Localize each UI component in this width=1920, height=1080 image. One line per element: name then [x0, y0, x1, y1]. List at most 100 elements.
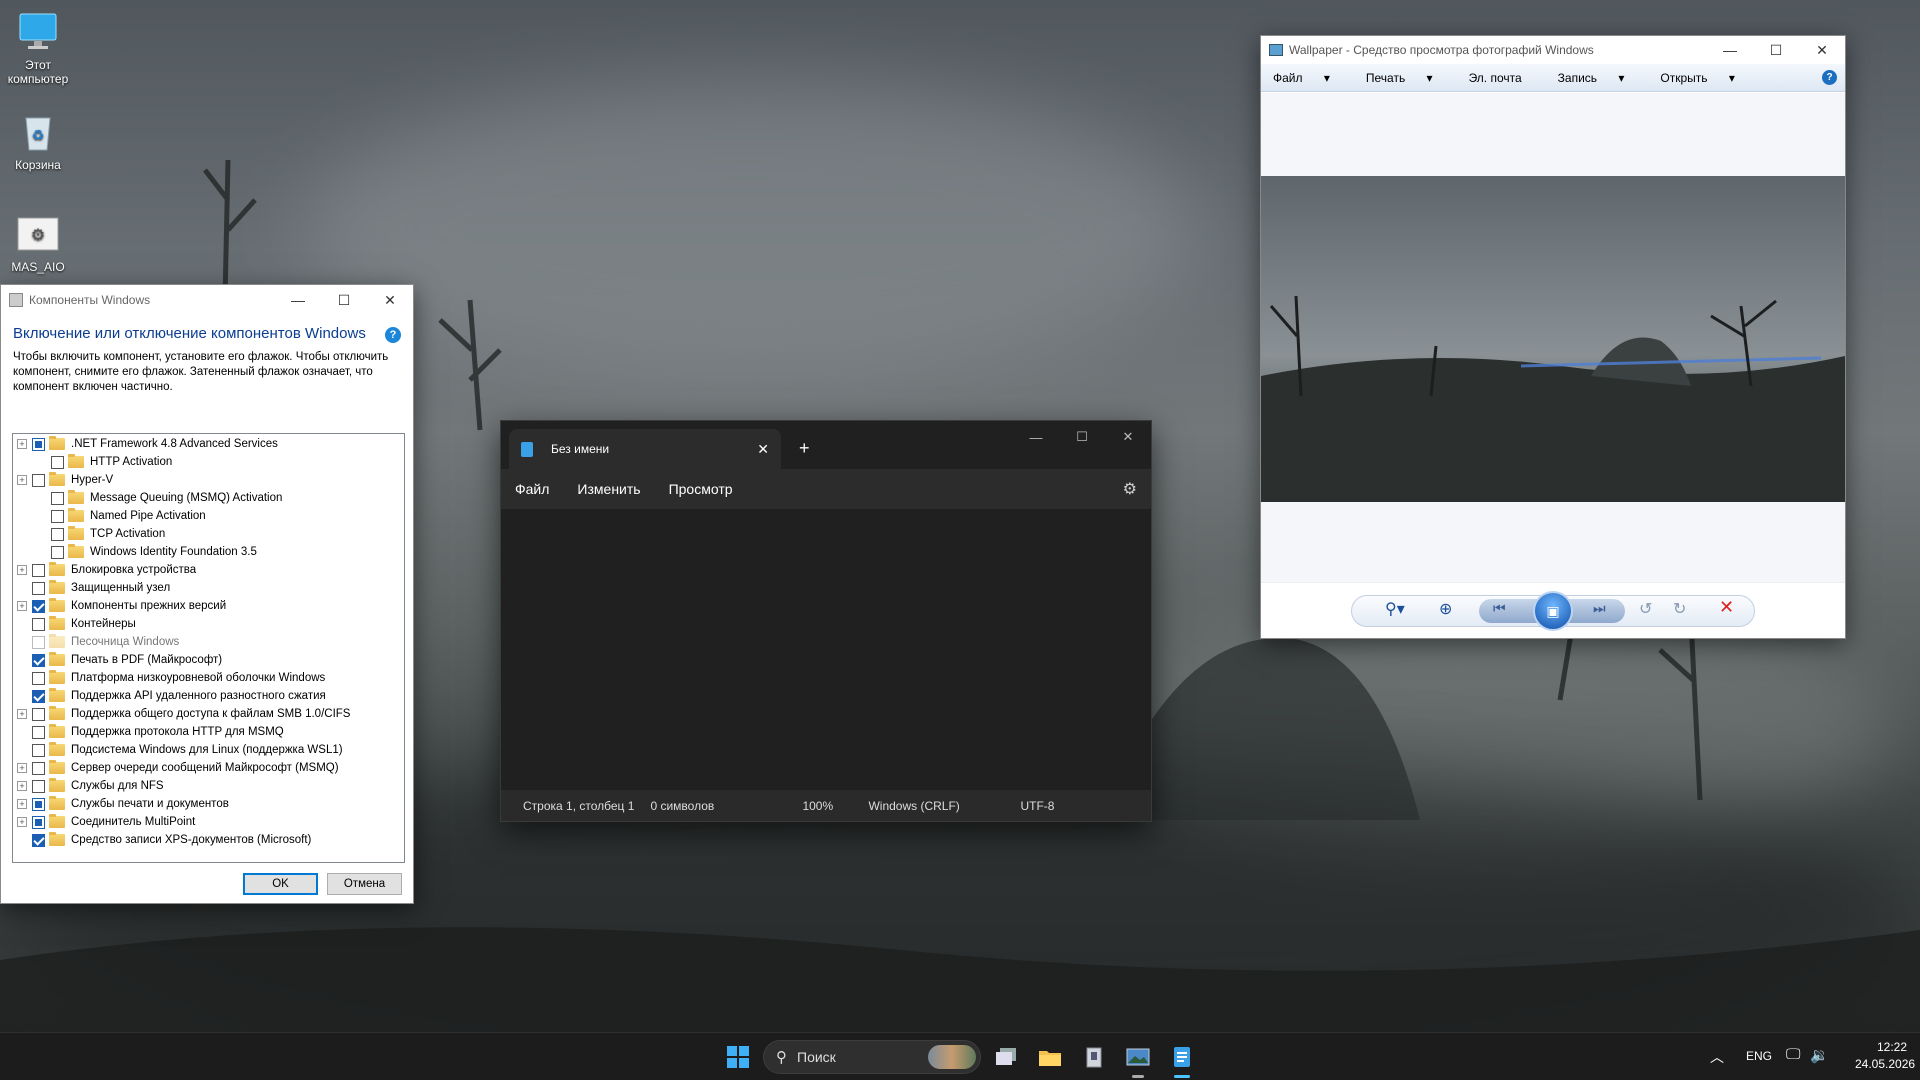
feature-checkbox[interactable]	[32, 671, 45, 685]
feature-checkbox[interactable]	[32, 707, 45, 721]
menu-print[interactable]: Печать ▾	[1366, 71, 1451, 85]
next-icon[interactable]: ⏭	[1593, 600, 1606, 617]
expand-icon[interactable]: +	[17, 763, 27, 773]
feature-checkbox[interactable]	[51, 545, 64, 559]
menu-edit[interactable]: Изменить	[577, 481, 640, 497]
feature-checkbox[interactable]	[32, 833, 45, 847]
network-icon[interactable]: 🖵	[1786, 1046, 1800, 1063]
feature-checkbox[interactable]	[32, 815, 45, 829]
feature-row[interactable]: + Службы для NFS	[13, 777, 404, 795]
feature-row[interactable]: Поддержка протокола HTTP для MSMQ	[13, 723, 404, 741]
close-button[interactable]: ✕	[1799, 36, 1845, 64]
feature-row[interactable]: + Сервер очереди сообщений Майкрософт (MS…	[13, 759, 404, 777]
text-editor[interactable]	[501, 509, 1151, 789]
start-button[interactable]	[722, 1041, 754, 1073]
feature-row[interactable]: + Поддержка общего доступа к файлам SMB 1…	[13, 705, 404, 723]
expand-icon[interactable]: +	[17, 439, 27, 449]
volume-icon[interactable]: 🔉	[1810, 1046, 1829, 1064]
menu-file[interactable]: Файл ▾	[1273, 71, 1348, 85]
maximize-button[interactable]: ☐	[1059, 421, 1105, 453]
feature-checkbox[interactable]	[32, 563, 45, 577]
menu-open[interactable]: Открыть ▾	[1660, 71, 1753, 85]
rotate-left-icon[interactable]: ↺	[1639, 599, 1652, 619]
close-tab-icon[interactable]: ✕	[757, 441, 769, 458]
feature-checkbox[interactable]	[32, 437, 45, 451]
rotate-right-icon[interactable]: ↻	[1673, 599, 1686, 619]
menu-email[interactable]: Эл. почта	[1469, 71, 1540, 85]
feature-row[interactable]: Message Queuing (MSMQ) Activation	[13, 489, 404, 507]
expand-icon[interactable]: +	[17, 601, 27, 611]
expand-icon[interactable]: +	[17, 565, 27, 575]
feature-checkbox[interactable]	[51, 455, 64, 469]
features-tree[interactable]: + .NET Framework 4.8 Advanced Services HTT…	[12, 433, 405, 863]
help-icon[interactable]: ?	[1822, 70, 1837, 85]
menu-view[interactable]: Просмотр	[669, 481, 733, 497]
feature-checkbox[interactable]	[32, 653, 45, 667]
feature-checkbox[interactable]	[32, 599, 45, 613]
feature-row[interactable]: Подсистема Windows для Linux (поддержка …	[13, 741, 404, 759]
feature-checkbox[interactable]	[32, 761, 45, 775]
feature-checkbox[interactable]	[32, 617, 45, 631]
feature-row[interactable]: Печать в PDF (Майкрософт)	[13, 651, 404, 669]
feature-row[interactable]: + Блокировка устройства	[13, 561, 404, 579]
feature-checkbox[interactable]	[32, 797, 45, 811]
help-icon[interactable]: ?	[385, 327, 401, 343]
tab-untitled[interactable]: Без имени ✕	[509, 429, 781, 469]
feature-checkbox[interactable]	[32, 635, 45, 649]
feature-row[interactable]: Контейнеры	[13, 615, 404, 633]
zoom-icon[interactable]: ⚲▾	[1385, 599, 1405, 619]
feature-checkbox[interactable]	[51, 491, 64, 505]
feature-checkbox[interactable]	[32, 473, 45, 487]
desktop-icon-this-pc[interactable]: Этот компьютер	[2, 10, 74, 86]
close-button[interactable]: ✕	[1105, 421, 1151, 453]
minimize-button[interactable]: —	[275, 285, 321, 315]
feature-row[interactable]: + .NET Framework 4.8 Advanced Services	[13, 435, 404, 453]
recycle-bin-taskbar-button[interactable]	[1078, 1041, 1110, 1073]
show-hidden-icons-chevron-icon[interactable]: ︿	[1710, 1047, 1724, 1067]
menu-burn[interactable]: Запись ▾	[1558, 71, 1643, 85]
feature-row[interactable]: + Hyper-V	[13, 471, 404, 489]
language-indicator[interactable]: ENG	[1746, 1049, 1772, 1063]
previous-icon[interactable]: ⏮	[1493, 600, 1506, 617]
ok-button[interactable]: OK	[243, 873, 318, 895]
feature-checkbox[interactable]	[32, 689, 45, 703]
feature-checkbox[interactable]	[51, 509, 64, 523]
feature-checkbox[interactable]	[51, 527, 64, 541]
maximize-button[interactable]: ☐	[1753, 36, 1799, 64]
desktop-icon-recycle-bin[interactable]: ♻ Корзина	[2, 110, 74, 172]
settings-gear-icon[interactable]: ⚙	[1123, 479, 1137, 499]
new-tab-icon[interactable]: +	[799, 438, 810, 459]
expand-icon[interactable]: +	[17, 475, 27, 485]
task-view-button[interactable]	[990, 1041, 1022, 1073]
menu-file[interactable]: Файл	[515, 481, 549, 497]
expand-icon[interactable]: +	[17, 817, 27, 827]
file-explorer-button[interactable]	[1034, 1041, 1066, 1073]
delete-icon[interactable]: ✕	[1719, 597, 1734, 618]
feature-row[interactable]: Песочница Windows	[13, 633, 404, 651]
feature-row[interactable]: Поддержка API удаленного разностного сжа…	[13, 687, 404, 705]
expand-icon[interactable]: +	[17, 709, 27, 719]
feature-checkbox[interactable]	[32, 725, 45, 739]
feature-checkbox[interactable]	[32, 581, 45, 595]
clock[interactable]: 12:22 24.05.2026	[1855, 1039, 1915, 1073]
feature-checkbox[interactable]	[32, 779, 45, 793]
notepad-taskbar-button[interactable]	[1166, 1041, 1198, 1078]
feature-row[interactable]: Защищенный узел	[13, 579, 404, 597]
expand-icon[interactable]: +	[17, 799, 27, 809]
search-box[interactable]: ⚲ Поиск	[763, 1040, 981, 1074]
feature-row[interactable]: HTTP Activation	[13, 453, 404, 471]
feature-row[interactable]: Средство записи XPS-документов (Microsof…	[13, 831, 404, 849]
minimize-button[interactable]: —	[1013, 421, 1059, 453]
feature-row[interactable]: + Компоненты прежних версий	[13, 597, 404, 615]
feature-row[interactable]: Named Pipe Activation	[13, 507, 404, 525]
expand-icon[interactable]: +	[17, 781, 27, 791]
feature-row[interactable]: Windows Identity Foundation 3.5	[13, 543, 404, 561]
photo-viewer-taskbar-button[interactable]	[1122, 1041, 1154, 1078]
slideshow-button[interactable]: ▣	[1533, 591, 1573, 631]
cancel-button[interactable]: Отмена	[327, 873, 402, 895]
actual-size-icon[interactable]: ⊕	[1439, 599, 1452, 619]
feature-row[interactable]: Платформа низкоуровневой оболочки Window…	[13, 669, 404, 687]
feature-row[interactable]: + Соединитель MultiPoint	[13, 813, 404, 831]
maximize-button[interactable]: ☐	[321, 285, 367, 315]
feature-row[interactable]: TCP Activation	[13, 525, 404, 543]
